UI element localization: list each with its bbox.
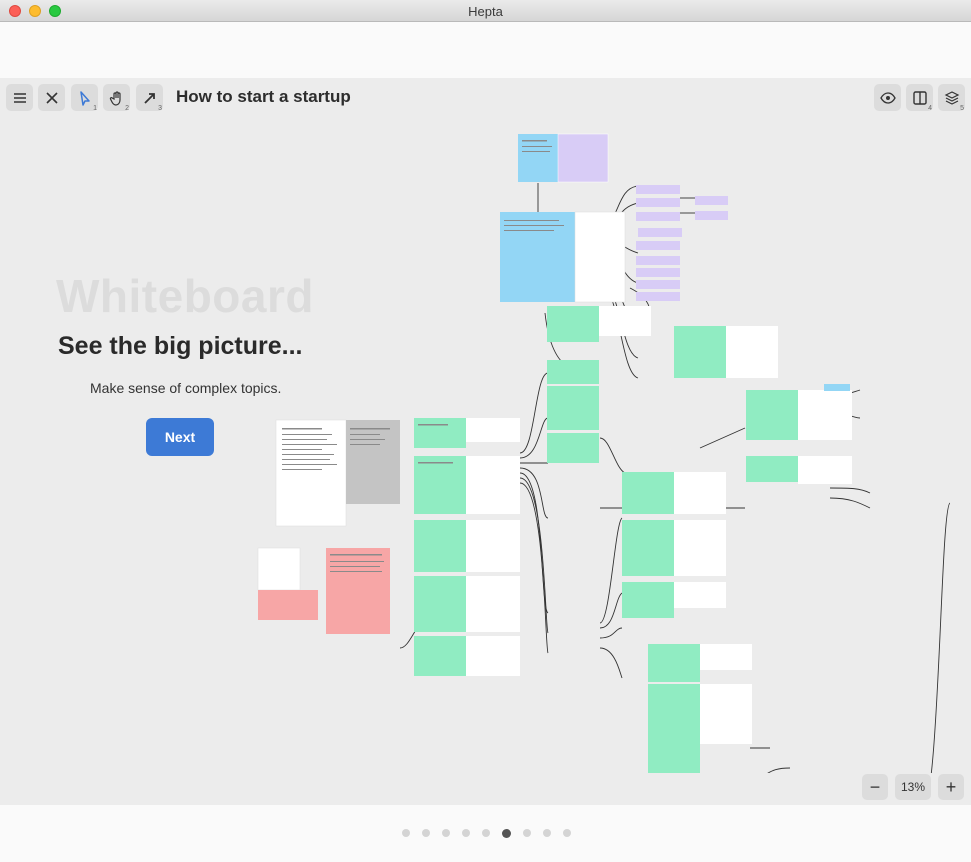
close-icon (45, 91, 58, 104)
whiteboard-canvas[interactable]: 1 2 3 How to start a startup 4 5 Whitebo… (0, 78, 971, 805)
pagination-dot[interactable] (422, 829, 430, 837)
pagination-dot[interactable] (543, 829, 551, 837)
hero-subheading: See the big picture... (58, 332, 303, 360)
arrow-icon (143, 92, 155, 104)
onboarding-footer (0, 805, 971, 862)
window-title: Hepta (468, 4, 503, 19)
top-spacer (0, 22, 971, 78)
close-document-button[interactable] (38, 84, 65, 111)
eye-icon (879, 91, 896, 104)
next-button[interactable]: Next (146, 418, 214, 456)
select-tool-button[interactable]: 1 (71, 84, 98, 112)
mind-map-overview[interactable] (250, 128, 950, 773)
layers-button[interactable]: 5 (938, 84, 965, 112)
menu-icon (13, 92, 26, 103)
layout-shortcut: 4 (928, 105, 932, 112)
zoom-out-button[interactable]: − (862, 774, 888, 800)
cursor-arrow-icon (79, 90, 90, 106)
hero-heading: Whiteboard (56, 270, 314, 322)
hand-tool-button[interactable]: 2 (103, 84, 130, 112)
hero-description: Make sense of complex topics. (90, 380, 282, 396)
pagination-dot[interactable] (563, 829, 571, 837)
menu-button[interactable] (6, 84, 33, 111)
pagination-dot[interactable] (442, 829, 450, 837)
hand-icon (109, 90, 121, 106)
split-panel-icon (912, 90, 927, 105)
arrow-tool-shortcut: 3 (158, 105, 162, 112)
pagination-dot[interactable] (482, 829, 490, 837)
left-notes-cluster (257, 419, 400, 634)
layers-shortcut: 5 (960, 105, 964, 112)
document-title[interactable]: How to start a startup (176, 87, 351, 107)
green-cards-cluster (414, 306, 852, 773)
zoom-level[interactable]: 13% (895, 774, 931, 800)
layers-icon (944, 90, 959, 105)
layout-button[interactable]: 4 (906, 84, 933, 112)
pagination-dot[interactable] (462, 829, 470, 837)
zoom-in-button[interactable]: + (938, 774, 964, 800)
preview-button[interactable] (874, 84, 901, 111)
pagination-dot[interactable] (523, 829, 531, 837)
window-titlebar: Hepta (0, 0, 971, 22)
select-tool-shortcut: 1 (93, 105, 97, 112)
purple-top-cluster (500, 133, 728, 303)
pagination-dot[interactable] (402, 829, 410, 837)
hand-tool-shortcut: 2 (125, 105, 129, 112)
arrow-tool-button[interactable]: 3 (136, 84, 163, 112)
pagination-dot[interactable] (502, 828, 511, 838)
pagination-dots (402, 828, 571, 838)
